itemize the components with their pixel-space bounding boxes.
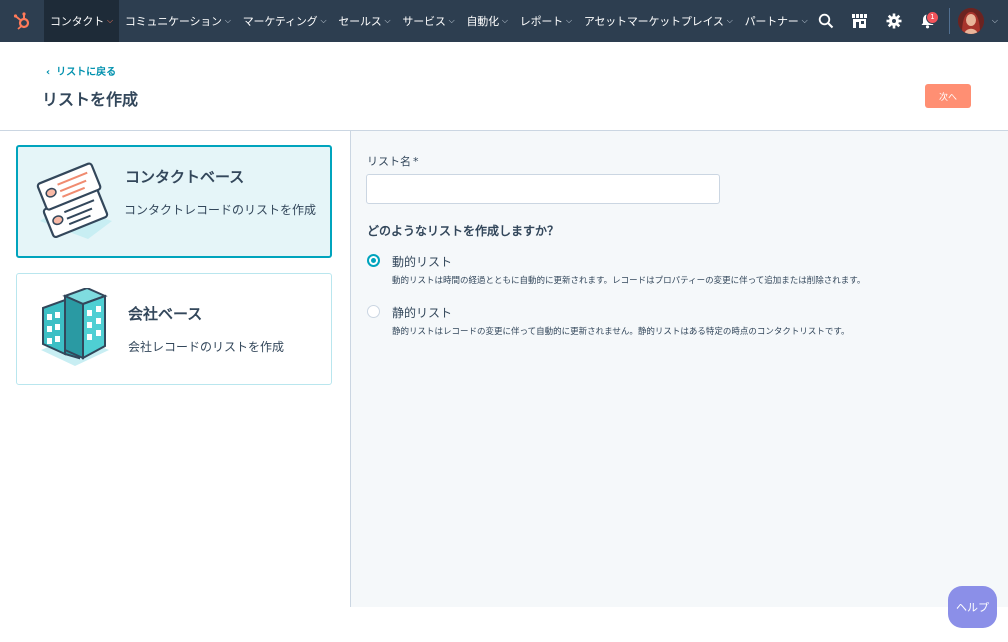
settings-gear-icon[interactable] [877, 0, 911, 42]
marketplace-icon[interactable] [843, 0, 877, 42]
card-title: コンタクトベース [125, 168, 245, 186]
radio-help-text: 静的リストはレコードの変更に伴って自動的に更新されません。静的リストはある特定の… [392, 327, 850, 337]
chevron-down-icon: ⌵ [801, 16, 808, 25]
chevron-down-icon: ⌵ [565, 16, 572, 25]
nav-label: アセットマーケットプレイス [583, 15, 724, 28]
page-header: ‹ リストに戻る リストを作成 次へ [0, 42, 1008, 131]
card-title: 会社ベース [128, 305, 203, 323]
list-settings-form: リスト名 * どのようなリストを作成しますか？ 動的リスト 動的リストは時間の経過… [351, 131, 1008, 607]
nav-sales[interactable]: セールス ⌵ [332, 0, 396, 42]
nav-marketing[interactable]: マーケティング ⌵ [237, 0, 333, 42]
chevron-down-icon: ⌵ [501, 16, 508, 25]
radio-label: 動的リスト [392, 255, 453, 269]
card-description: 会社レコードのリストを作成 [128, 340, 285, 354]
nav-label: レポート [519, 15, 563, 28]
field-label-text: リスト名 [367, 155, 411, 168]
list-name-label: リスト名 * [367, 153, 419, 169]
user-avatar[interactable] [957, 8, 984, 34]
nav-reports[interactable]: レポート ⌵ [514, 0, 578, 42]
chevron-down-icon: ⌵ [448, 16, 455, 25]
nav-automation[interactable]: 自動化 ⌵ [461, 0, 514, 42]
notification-count-badge: 1 [925, 11, 939, 24]
chevron-down-icon: ⌵ [224, 16, 231, 25]
help-button[interactable]: ヘルプ [948, 586, 997, 628]
nav-contacts[interactable]: コンタクト ⌵ [44, 0, 119, 42]
list-type-panel: コンタクトベース コンタクトレコードのリストを作成 会社ベース 会社レコードのリ… [0, 131, 351, 607]
radio-label: 静的リスト [392, 306, 453, 320]
chevron-down-icon: ⌵ [726, 16, 733, 25]
list-name-input[interactable] [366, 174, 720, 204]
radio-help-text: 動的リストは時間の経過とともに自動的に更新されます。レコードはプロパティーの変更… [392, 276, 866, 286]
chevron-down-icon: ⌵ [320, 16, 327, 25]
chevron-down-icon: ⌵ [384, 16, 391, 25]
page-title: リストを作成 [42, 90, 139, 109]
notifications-bell-icon[interactable]: 1 [911, 0, 945, 42]
nav-asset-marketplace[interactable]: アセットマーケットプレイス ⌵ [578, 0, 739, 42]
nav-label: コンタクト [50, 15, 104, 28]
nav-label: マーケティング [242, 15, 318, 28]
back-link-label: リストに戻る [56, 67, 117, 78]
nav-label: 自動化 [466, 15, 500, 28]
search-icon[interactable] [809, 0, 843, 42]
nav-communications[interactable]: コミュニケーション ⌵ [119, 0, 237, 42]
company-building-illustration-icon [41, 288, 109, 366]
nav-divider [948, 8, 950, 34]
nav-label: コミュニケーション [124, 15, 222, 28]
nav-label: セールス [338, 15, 382, 28]
nav-label: パートナー [744, 15, 799, 28]
nav-right-tools: 1 ⌵ [809, 0, 1008, 42]
contact-based-card[interactable]: コンタクトベース コンタクトレコードのリストを作成 [16, 145, 332, 258]
contact-cards-illustration-icon [36, 162, 112, 239]
required-mark: * [413, 155, 419, 168]
nav-label: サービス [402, 15, 446, 28]
chevron-left-icon: ‹ [46, 67, 51, 78]
list-type-question: どのようなリストを作成しますか？ [367, 224, 560, 238]
back-to-lists-link[interactable]: ‹ リストに戻る [46, 63, 116, 78]
footer-area [0, 607, 1008, 642]
hubspot-logo-icon[interactable] [0, 0, 44, 42]
card-description: コンタクトレコードのリストを作成 [123, 203, 316, 217]
chevron-down-icon[interactable]: ⌵ [992, 16, 998, 26]
next-button[interactable]: 次へ [925, 84, 971, 108]
radio-button[interactable] [367, 305, 380, 318]
chevron-down-icon: ⌵ [107, 16, 113, 25]
radio-button[interactable] [367, 254, 380, 267]
nav-partner[interactable]: パートナー ⌵ [739, 0, 814, 42]
top-navigation: コンタクト ⌵ コミュニケーション ⌵ マーケティング ⌵ セールス ⌵ サービス ⌵ 自… [0, 0, 1008, 42]
nav-service[interactable]: サービス ⌵ [396, 0, 460, 42]
company-based-card[interactable]: 会社ベース 会社レコードのリストを作成 [16, 273, 332, 385]
